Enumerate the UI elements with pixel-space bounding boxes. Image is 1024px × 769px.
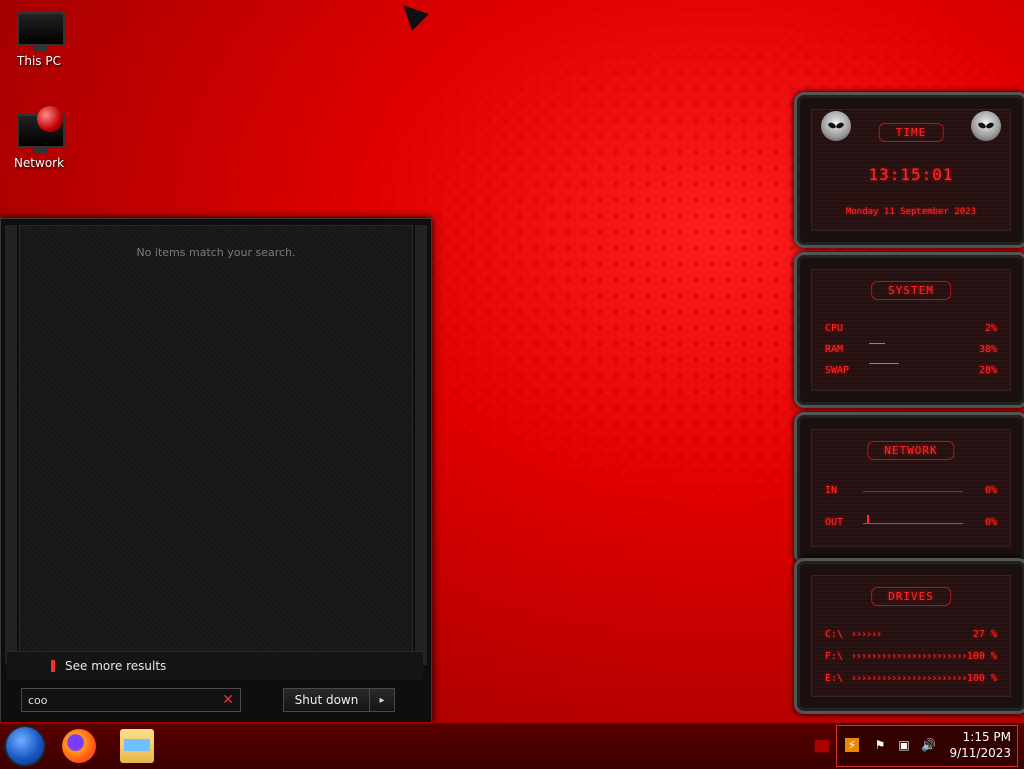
gadget-title: TIME: [878, 123, 944, 142]
taskbar-time: 1:15 PM: [962, 730, 1011, 744]
search-results-icon: [51, 660, 55, 672]
row-label: OUT: [825, 517, 844, 528]
swap-usage-bar: [869, 363, 899, 364]
gadget-title: DRIVES: [871, 587, 951, 606]
drives-gadget[interactable]: DRIVES C:\ ›››››› 27 % F:\ ›››››››››››››…: [794, 558, 1024, 714]
see-more-label: See more results: [65, 659, 167, 673]
system-row-swap: SWAP 28%: [825, 365, 997, 376]
drive-row-c: C:\ ›››››› 27 %: [825, 629, 997, 640]
action-center-flag-icon[interactable]: ⚑: [873, 738, 887, 752]
search-input[interactable]: [22, 692, 223, 708]
ram-usage-bar: [869, 343, 885, 344]
start-menu-frame-right: [415, 225, 427, 665]
no-results-text: No items match your search.: [136, 246, 296, 259]
row-label: F:\: [825, 651, 844, 662]
alien-head-icon: [821, 111, 851, 141]
show-hidden-icons-chevron-icon[interactable]: [814, 739, 830, 753]
desktop-icon-network[interactable]: Network: [4, 106, 74, 170]
see-more-results-link[interactable]: See more results: [7, 651, 423, 680]
desktop-icon-label: This PC: [17, 54, 61, 68]
file-explorer-taskbar-icon[interactable]: [120, 729, 154, 763]
taskbar: ⚡ ⚑ ▣ 🔊 1:15 PM 9/11/2023: [0, 722, 1024, 769]
shutdown-button[interactable]: Shut down: [284, 689, 369, 711]
system-tray: ⚡ ⚑ ▣ 🔊 1:15 PM 9/11/2023: [836, 725, 1018, 767]
network-out-spike: [867, 515, 869, 524]
shutdown-options-arrow-icon[interactable]: ▸: [369, 689, 394, 711]
start-menu: No items match your search. See more res…: [0, 218, 432, 724]
system-row-cpu: CPU 2%: [825, 323, 997, 334]
row-value: 0%: [984, 517, 997, 528]
row-label: C:\: [825, 629, 844, 640]
row-value: 27 %: [972, 629, 997, 640]
row-label: CPU: [825, 323, 844, 334]
java-update-icon[interactable]: ⚡: [845, 738, 859, 752]
gadget-title: SYSTEM: [871, 281, 951, 300]
monitor-icon: [15, 10, 65, 52]
time-gadget[interactable]: TIME 13:15:01 Monday 11 September 2023: [794, 92, 1024, 248]
network-in-graph: [863, 491, 963, 492]
search-results-pane: No items match your search.: [19, 225, 413, 667]
drive-row-e: E:\ ››››››››››››››››››››››› 100 %: [825, 673, 997, 684]
date-readout: Monday 11 September 2023: [845, 207, 977, 217]
gadget-title: NETWORK: [867, 441, 955, 460]
system-gadget[interactable]: SYSTEM CPU 2% RAM 38% SWAP 28%: [794, 252, 1024, 408]
volume-icon[interactable]: 🔊: [921, 738, 936, 752]
clock-readout: 13:15:01: [868, 165, 954, 184]
row-value: 100 %: [966, 673, 997, 684]
network-out-graph: [863, 523, 963, 524]
taskbar-date: 9/11/2023: [949, 746, 1011, 760]
start-menu-frame-left: [5, 225, 17, 665]
search-box[interactable]: ✕: [21, 688, 241, 712]
row-label: IN: [825, 485, 838, 496]
system-row-ram: RAM 38%: [825, 344, 997, 355]
drive-usage-bar: ›››››››››››››››››››››››: [851, 651, 967, 662]
shutdown-button-group: Shut down ▸: [283, 688, 395, 712]
taskbar-clock[interactable]: 1:15 PM 9/11/2023: [949, 729, 1011, 761]
row-label: RAM: [825, 344, 844, 355]
row-value: 2%: [984, 323, 997, 334]
network-icon: [15, 106, 65, 154]
desktop-icon-this-pc[interactable]: This PC: [4, 10, 74, 68]
drive-usage-bar: ›››››››››››››››››››››››: [851, 673, 967, 684]
row-value: 100 %: [966, 651, 997, 662]
network-status-icon[interactable]: ▣: [897, 738, 911, 752]
alien-head-icon: [971, 111, 1001, 141]
drive-usage-bar: ››››››: [851, 629, 882, 640]
row-label: E:\: [825, 673, 844, 684]
row-label: SWAP: [825, 365, 850, 376]
row-value: 28%: [978, 365, 997, 376]
desktop-icon-label: Network: [13, 156, 65, 170]
firefox-taskbar-icon[interactable]: [62, 729, 96, 763]
network-gadget[interactable]: NETWORK IN 0% OUT 0%: [794, 412, 1024, 564]
close-icon[interactable]: ✕: [222, 692, 240, 708]
row-value: 0%: [984, 485, 997, 496]
drive-row-f: F:\ ››››››››››››››››››››››› 100 %: [825, 651, 997, 662]
row-value: 38%: [978, 344, 997, 355]
start-orb-button[interactable]: [6, 727, 44, 765]
